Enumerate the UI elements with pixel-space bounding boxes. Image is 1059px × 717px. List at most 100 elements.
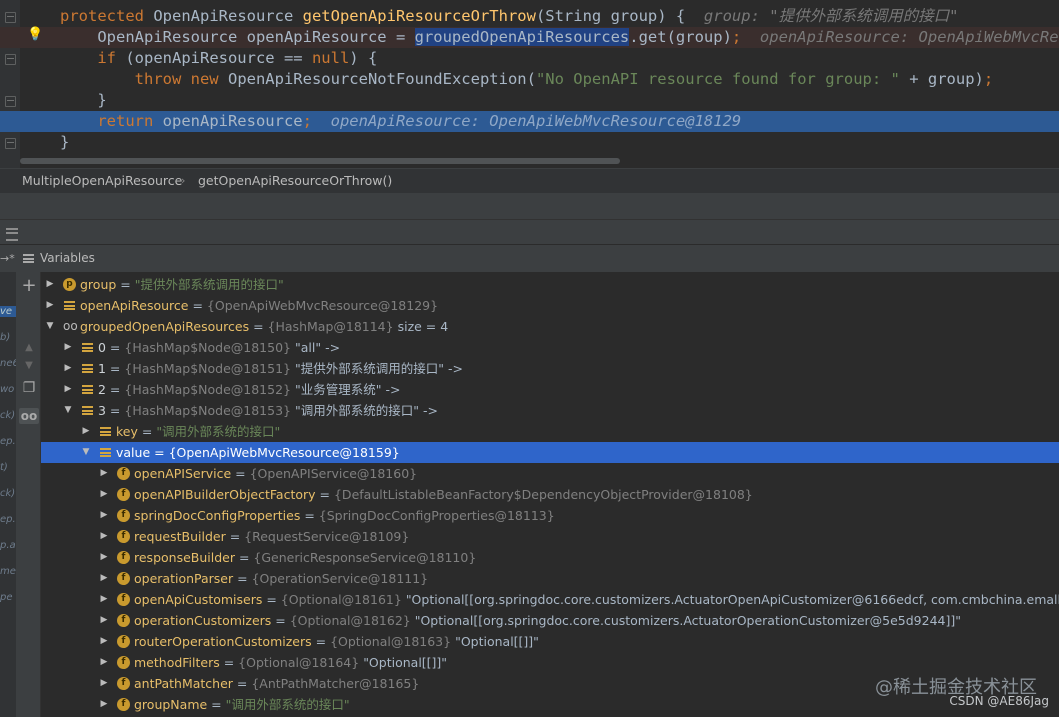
expand-arrow-icon[interactable]: ▶: [99, 568, 109, 589]
frame-item[interactable]: ep.i: [0, 514, 16, 525]
code-token: }: [60, 91, 107, 109]
code-line[interactable]: throw new OpenApiResourceNotFoundExcepti…: [0, 69, 1059, 90]
variable-row[interactable]: ▼ 3 = {HashMap$Node@18153} "调用外部系统的接口" ->: [41, 400, 1059, 421]
expand-arrow-icon[interactable]: ▶: [99, 484, 109, 505]
variable-row[interactable]: ▶ f operationCustomizers = {Optional@18162…: [41, 610, 1059, 631]
code-line[interactable]: }: [0, 132, 1059, 153]
code-token: ) {: [349, 49, 378, 67]
variable-name: value: [116, 445, 151, 460]
variables-title: Variables: [40, 251, 95, 265]
equals-sign: =: [315, 487, 334, 502]
frame-item[interactable]: p.a: [0, 540, 16, 551]
code-token: "No OpenAPI resource found for group: ": [535, 70, 900, 88]
move-down-icon[interactable]: ▼: [21, 358, 37, 374]
variable-row[interactable]: ▶ f responseBuilder = {GenericResponseServ…: [41, 547, 1059, 568]
code-line[interactable]: }: [0, 90, 1059, 111]
frame-item[interactable]: ck): [0, 410, 15, 421]
variable-row[interactable]: ▶ 1 = {HashMap$Node@18151} "提供外部系统调用的接口" …: [41, 358, 1059, 379]
expand-arrow-icon[interactable]: ▶: [99, 526, 109, 547]
variable-row[interactable]: ▶ f methodFilters = {Optional@18164} "Opti…: [41, 652, 1059, 673]
variable-row[interactable]: ▶ f openAPIService = {OpenAPIService@18160…: [41, 463, 1059, 484]
frame-item[interactable]: me: [0, 566, 16, 577]
collapse-arrow-icon[interactable]: ▼: [81, 442, 91, 463]
add-watch-icon[interactable]: +: [21, 277, 37, 295]
variable-value: "提供外部系统调用的接口" ->: [294, 361, 463, 376]
variable-value: "业务管理系统" ->: [294, 382, 401, 397]
variable-text: value = {OpenApiWebMvcResource@18159}: [116, 442, 400, 463]
code-line[interactable]: if (openApiResource == null) {: [0, 48, 1059, 69]
variable-row[interactable]: ▶ 0 = {HashMap$Node@18150} "all" ->: [41, 337, 1059, 358]
expand-arrow-icon[interactable]: ▶: [45, 295, 55, 316]
collapse-arrow-icon[interactable]: ▼: [45, 316, 55, 337]
breadcrumb-class[interactable]: MultipleOpenApiResource: [22, 169, 182, 193]
equals-sign: =: [233, 571, 252, 586]
breadcrumb-method[interactable]: getOpenApiResourceOrThrow(): [198, 169, 392, 193]
copy-icon[interactable]: ❐: [21, 380, 37, 396]
collapse-arrow-icon[interactable]: →*: [0, 245, 15, 272]
expand-arrow-icon[interactable]: ▶: [99, 652, 109, 673]
expand-arrow-icon[interactable]: ▶: [99, 631, 109, 652]
expand-arrow-icon[interactable]: ▶: [81, 421, 91, 442]
frame-item[interactable]: ve: [0, 306, 16, 317]
variable-row[interactable]: ▶ key = "调用外部系统的接口": [41, 421, 1059, 442]
variable-row[interactable]: ▼ value = {OpenApiWebMvcResource@18159}: [41, 442, 1059, 463]
code-editor[interactable]: protected OpenApiResource getOpenApiReso…: [0, 0, 1059, 168]
variable-row[interactable]: ▶ f springDocConfigProperties = {SpringDoc…: [41, 505, 1059, 526]
variable-row[interactable]: ▼ oo groupedOpenApiResources = {HashMap@18…: [41, 316, 1059, 337]
variable-row[interactable]: ▶ f requestBuilder = {RequestService@18109…: [41, 526, 1059, 547]
code-line[interactable]: OpenApiResource openApiResource = groupe…: [0, 27, 1059, 48]
expand-arrow-icon[interactable]: ▶: [99, 694, 109, 715]
expand-arrow-icon[interactable]: ▶: [63, 358, 73, 379]
variable-row[interactable]: ▶ f openAPIBuilderObjectFactory = {Default…: [41, 484, 1059, 505]
variable-row[interactable]: ▶ p group = "提供外部系统调用的接口": [41, 274, 1059, 295]
variable-name: responseBuilder: [134, 550, 235, 565]
frame-item[interactable]: t): [0, 462, 8, 473]
horizontal-scrollbar[interactable]: [20, 158, 620, 164]
variable-type: {OpenApiWebMvcResource@18159}: [168, 445, 400, 460]
variable-value: "调用外部系统的接口": [156, 424, 281, 439]
expand-arrow-icon[interactable]: ▶: [45, 274, 55, 295]
field-icon: f: [117, 572, 130, 585]
variables-list-icon: [23, 254, 34, 263]
variable-name: methodFilters: [134, 655, 220, 670]
frame-item[interactable]: b): [0, 332, 10, 343]
frame-item[interactable]: wo: [0, 384, 14, 395]
variable-type: {Optional@18161}: [280, 592, 402, 607]
variable-row[interactable]: ▶ f openApiCustomisers = {Optional@18161} …: [41, 589, 1059, 610]
variable-row[interactable]: ▶ 2 = {HashMap$Node@18152} "业务管理系统" ->: [41, 379, 1059, 400]
code-line[interactable]: return openApiResource; openApiResource:…: [0, 111, 1059, 132]
intention-bulb-icon[interactable]: 💡: [27, 27, 43, 43]
code-token: protected: [60, 7, 154, 25]
layout-menu-icon[interactable]: [6, 228, 18, 241]
collapse-arrow-icon[interactable]: ▼: [63, 400, 73, 421]
field-icon: f: [117, 593, 130, 606]
expand-arrow-icon[interactable]: ▶: [99, 673, 109, 694]
code-line-text: throw new OpenApiResourceNotFoundExcepti…: [60, 69, 994, 90]
frame-item[interactable]: ck): [0, 488, 15, 499]
equals-sign: =: [225, 529, 245, 544]
frame-item[interactable]: ep.i: [0, 436, 16, 447]
variable-type: {Optional@18163}: [330, 634, 452, 649]
variable-value: "Optional[[]]": [363, 655, 448, 670]
code-line[interactable]: protected OpenApiResource getOpenApiReso…: [0, 6, 1059, 27]
frame-item[interactable]: pe: [0, 592, 13, 603]
variables-tree[interactable]: ▶ p group = "提供外部系统调用的接口" ▶ openApiResource …: [41, 272, 1059, 717]
move-up-icon[interactable]: ▲: [21, 340, 37, 356]
frame-item[interactable]: ne6: [0, 358, 16, 369]
debug-toolbar: [0, 193, 1059, 220]
frames-list[interactable]: ve b) ne6 wo ck) ep.i t) ck) ep.i p.a me pe: [0, 272, 16, 717]
expand-arrow-icon[interactable]: ▶: [99, 610, 109, 631]
expand-arrow-icon[interactable]: ▶: [99, 505, 109, 526]
variable-row[interactable]: ▶ openApiResource = {OpenApiWebMvcResourc…: [41, 295, 1059, 316]
expand-arrow-icon[interactable]: ▶: [99, 589, 109, 610]
watches-toggle-icon[interactable]: oo: [19, 408, 39, 424]
expand-arrow-icon[interactable]: ▶: [63, 379, 73, 400]
variable-type: {RequestService@18109}: [244, 529, 410, 544]
variable-text: openAPIBuilderObjectFactory = {DefaultLi…: [134, 484, 753, 505]
variable-row[interactable]: ▶ f routerOperationCustomizers = {Optional…: [41, 631, 1059, 652]
variable-row[interactable]: ▶ f operationParser = {OperationService@18…: [41, 568, 1059, 589]
expand-arrow-icon[interactable]: ▶: [63, 337, 73, 358]
debug-tabs-strip: [0, 220, 1059, 244]
expand-arrow-icon[interactable]: ▶: [99, 547, 109, 568]
expand-arrow-icon[interactable]: ▶: [99, 463, 109, 484]
